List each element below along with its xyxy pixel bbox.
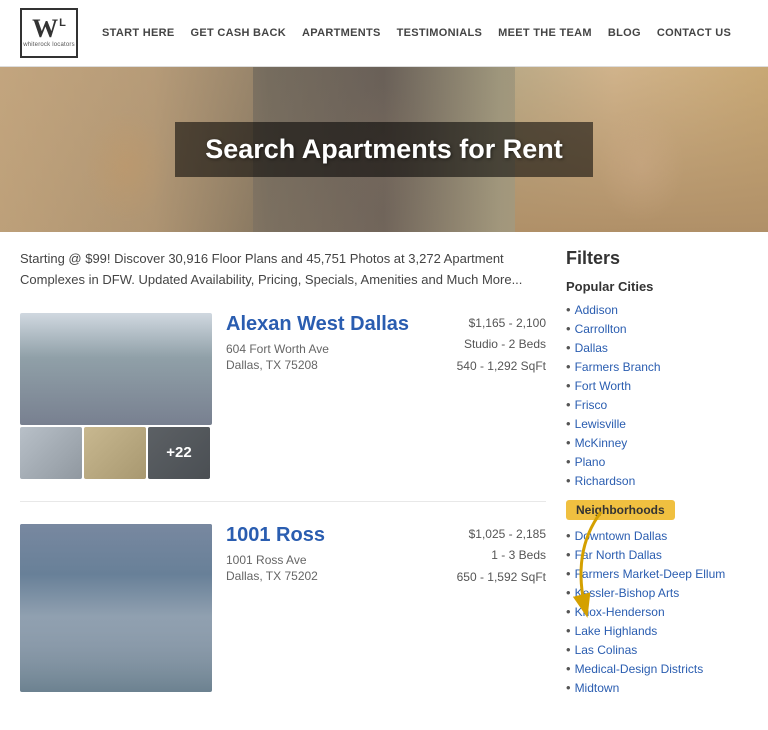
listing-1-name[interactable]: Alexan West Dallas	[226, 313, 409, 336]
logo-super-letter: L	[59, 18, 66, 29]
neighborhoods-label-badge[interactable]: Neighborhoods	[566, 500, 675, 520]
header: W L whiterock locators START HERE GET CA…	[0, 0, 768, 67]
logo[interactable]: W L whiterock locators	[20, 8, 78, 58]
listing-2-images	[20, 524, 212, 692]
neighborhood-knox-henderson[interactable]: Knox-Henderson	[575, 605, 665, 619]
listing-1-beds: Studio - 2 Beds	[457, 334, 546, 356]
nav-apartments[interactable]: APARTMENTS	[302, 27, 381, 39]
listing-2-beds: 1 - 3 Beds	[457, 545, 546, 567]
list-item: •Addison	[566, 302, 748, 317]
neighborhoods-list: •Downtown Dallas •Far North Dallas •Farm…	[566, 528, 748, 695]
list-item: •Midtown	[566, 680, 748, 695]
neighborhood-lake-highlands[interactable]: Lake Highlands	[575, 624, 658, 638]
hero-title-box: Search Apartments for Rent	[175, 122, 593, 177]
logo-tagline: whiterock locators	[23, 42, 75, 50]
listing-1-address: 604 Fort Worth Ave	[226, 342, 409, 356]
nav-meet-the-team[interactable]: MEET THE TEAM	[498, 27, 592, 39]
popular-cities-title: Popular Cities	[566, 279, 748, 294]
listing-1-info: Alexan West Dallas 604 Fort Worth Ave Da…	[226, 313, 546, 479]
list-item: •Downtown Dallas	[566, 528, 748, 543]
nav-get-cash-back[interactable]: GET CASH BACK	[190, 27, 286, 39]
city-dallas[interactable]: Dallas	[575, 341, 608, 355]
list-item: •Lewisville	[566, 416, 748, 431]
listing-1-city: Dallas, TX 75208	[226, 358, 409, 372]
listing-card-1: +22 Alexan West Dallas 604 Fort Worth Av…	[20, 313, 546, 502]
city-richardson[interactable]: Richardson	[575, 474, 636, 488]
intro-text: Starting @ $99! Discover 30,916 Floor Pl…	[20, 248, 546, 291]
neighborhood-midtown[interactable]: Midtown	[575, 681, 620, 695]
hero-banner: Search Apartments for Rent	[0, 67, 768, 232]
hero-title: Search Apartments for Rent	[205, 134, 563, 165]
filters-panel: Filters Popular Cities •Addison •Carroll…	[566, 248, 748, 714]
listing-2-sqft: 650 - 1,592 SqFt	[457, 567, 546, 589]
nav-start-here[interactable]: START HERE	[102, 27, 174, 39]
neighborhood-kessler[interactable]: Kessler-Bishop Arts	[575, 586, 680, 600]
listing-1-pricing: $1,165 - 2,100 Studio - 2 Beds 540 - 1,2…	[457, 313, 546, 378]
logo-main-letter: W	[32, 16, 58, 42]
city-addison[interactable]: Addison	[575, 303, 618, 317]
city-fort-worth[interactable]: Fort Worth	[575, 379, 631, 393]
list-item: •Richardson	[566, 473, 748, 488]
list-item: •Lake Highlands	[566, 623, 748, 638]
listing-2-info: 1001 Ross 1001 Ross Ave Dallas, TX 75202…	[226, 524, 546, 692]
neighborhood-medical[interactable]: Medical-Design Districts	[575, 662, 704, 676]
nav-blog[interactable]: BLOG	[608, 27, 641, 39]
listing-2-pricing: $1,025 - 2,185 1 - 3 Beds 650 - 1,592 Sq…	[457, 524, 546, 589]
listing-1-images: +22	[20, 313, 212, 479]
listing-1-thumb-2[interactable]	[84, 427, 146, 479]
list-item: •Fort Worth	[566, 378, 748, 393]
main-content: Starting @ $99! Discover 30,916 Floor Pl…	[0, 232, 768, 730]
nav-contact-us[interactable]: CONTACT US	[657, 27, 731, 39]
listing-1-main-image[interactable]	[20, 313, 212, 425]
city-farmers-branch[interactable]: Farmers Branch	[575, 360, 661, 374]
filters-title: Filters	[566, 248, 748, 269]
list-item: •Frisco	[566, 397, 748, 412]
listing-1-price: $1,165 - 2,100	[457, 313, 546, 335]
list-item: •Plano	[566, 454, 748, 469]
listing-1-thumb-3[interactable]: +22	[148, 427, 210, 479]
list-item: •Las Colinas	[566, 642, 748, 657]
list-item: •Medical-Design Districts	[566, 661, 748, 676]
listing-1-thumb-1[interactable]	[20, 427, 82, 479]
nav-testimonials[interactable]: TESTIMONIALS	[397, 27, 483, 39]
list-item: •Knox-Henderson	[566, 604, 748, 619]
listing-2-city: Dallas, TX 75202	[226, 569, 325, 583]
listing-1-thumbs: +22	[20, 427, 212, 479]
listing-1-sqft: 540 - 1,292 SqFt	[457, 356, 546, 378]
city-frisco[interactable]: Frisco	[575, 398, 608, 412]
list-item: •Far North Dallas	[566, 547, 748, 562]
listing-2-address: 1001 Ross Ave	[226, 553, 325, 567]
list-item: •Farmers Market-Deep Ellum	[566, 566, 748, 581]
city-lewisville[interactable]: Lewisville	[575, 417, 626, 431]
city-mckinney[interactable]: McKinney	[575, 436, 628, 450]
list-item: •Dallas	[566, 340, 748, 355]
neighborhood-far-north-dallas[interactable]: Far North Dallas	[575, 548, 662, 562]
left-column: Starting @ $99! Discover 30,916 Floor Pl…	[20, 248, 546, 714]
listing-1-photo-count[interactable]: +22	[166, 444, 191, 461]
main-nav: START HERE GET CASH BACK APARTMENTS TEST…	[102, 27, 731, 39]
city-carrollton[interactable]: Carrollton	[575, 322, 627, 336]
list-item: •Carrollton	[566, 321, 748, 336]
listing-2-price: $1,025 - 2,185	[457, 524, 546, 546]
listing-2-main-image[interactable]	[20, 524, 212, 692]
neighborhoods-section: Neighborhoods •Downtown Dallas •Far Nort…	[566, 492, 748, 695]
list-item: •McKinney	[566, 435, 748, 450]
city-plano[interactable]: Plano	[575, 455, 606, 469]
list-item: •Farmers Branch	[566, 359, 748, 374]
popular-cities-list: •Addison •Carrollton •Dallas •Farmers Br…	[566, 302, 748, 488]
neighborhood-las-colinas[interactable]: Las Colinas	[575, 643, 638, 657]
listing-2-name[interactable]: 1001 Ross	[226, 524, 325, 547]
listing-card-2: 1001 Ross 1001 Ross Ave Dallas, TX 75202…	[20, 524, 546, 692]
neighborhood-farmers-market[interactable]: Farmers Market-Deep Ellum	[575, 567, 726, 581]
list-item: •Kessler-Bishop Arts	[566, 585, 748, 600]
neighborhood-downtown-dallas[interactable]: Downtown Dallas	[575, 529, 668, 543]
